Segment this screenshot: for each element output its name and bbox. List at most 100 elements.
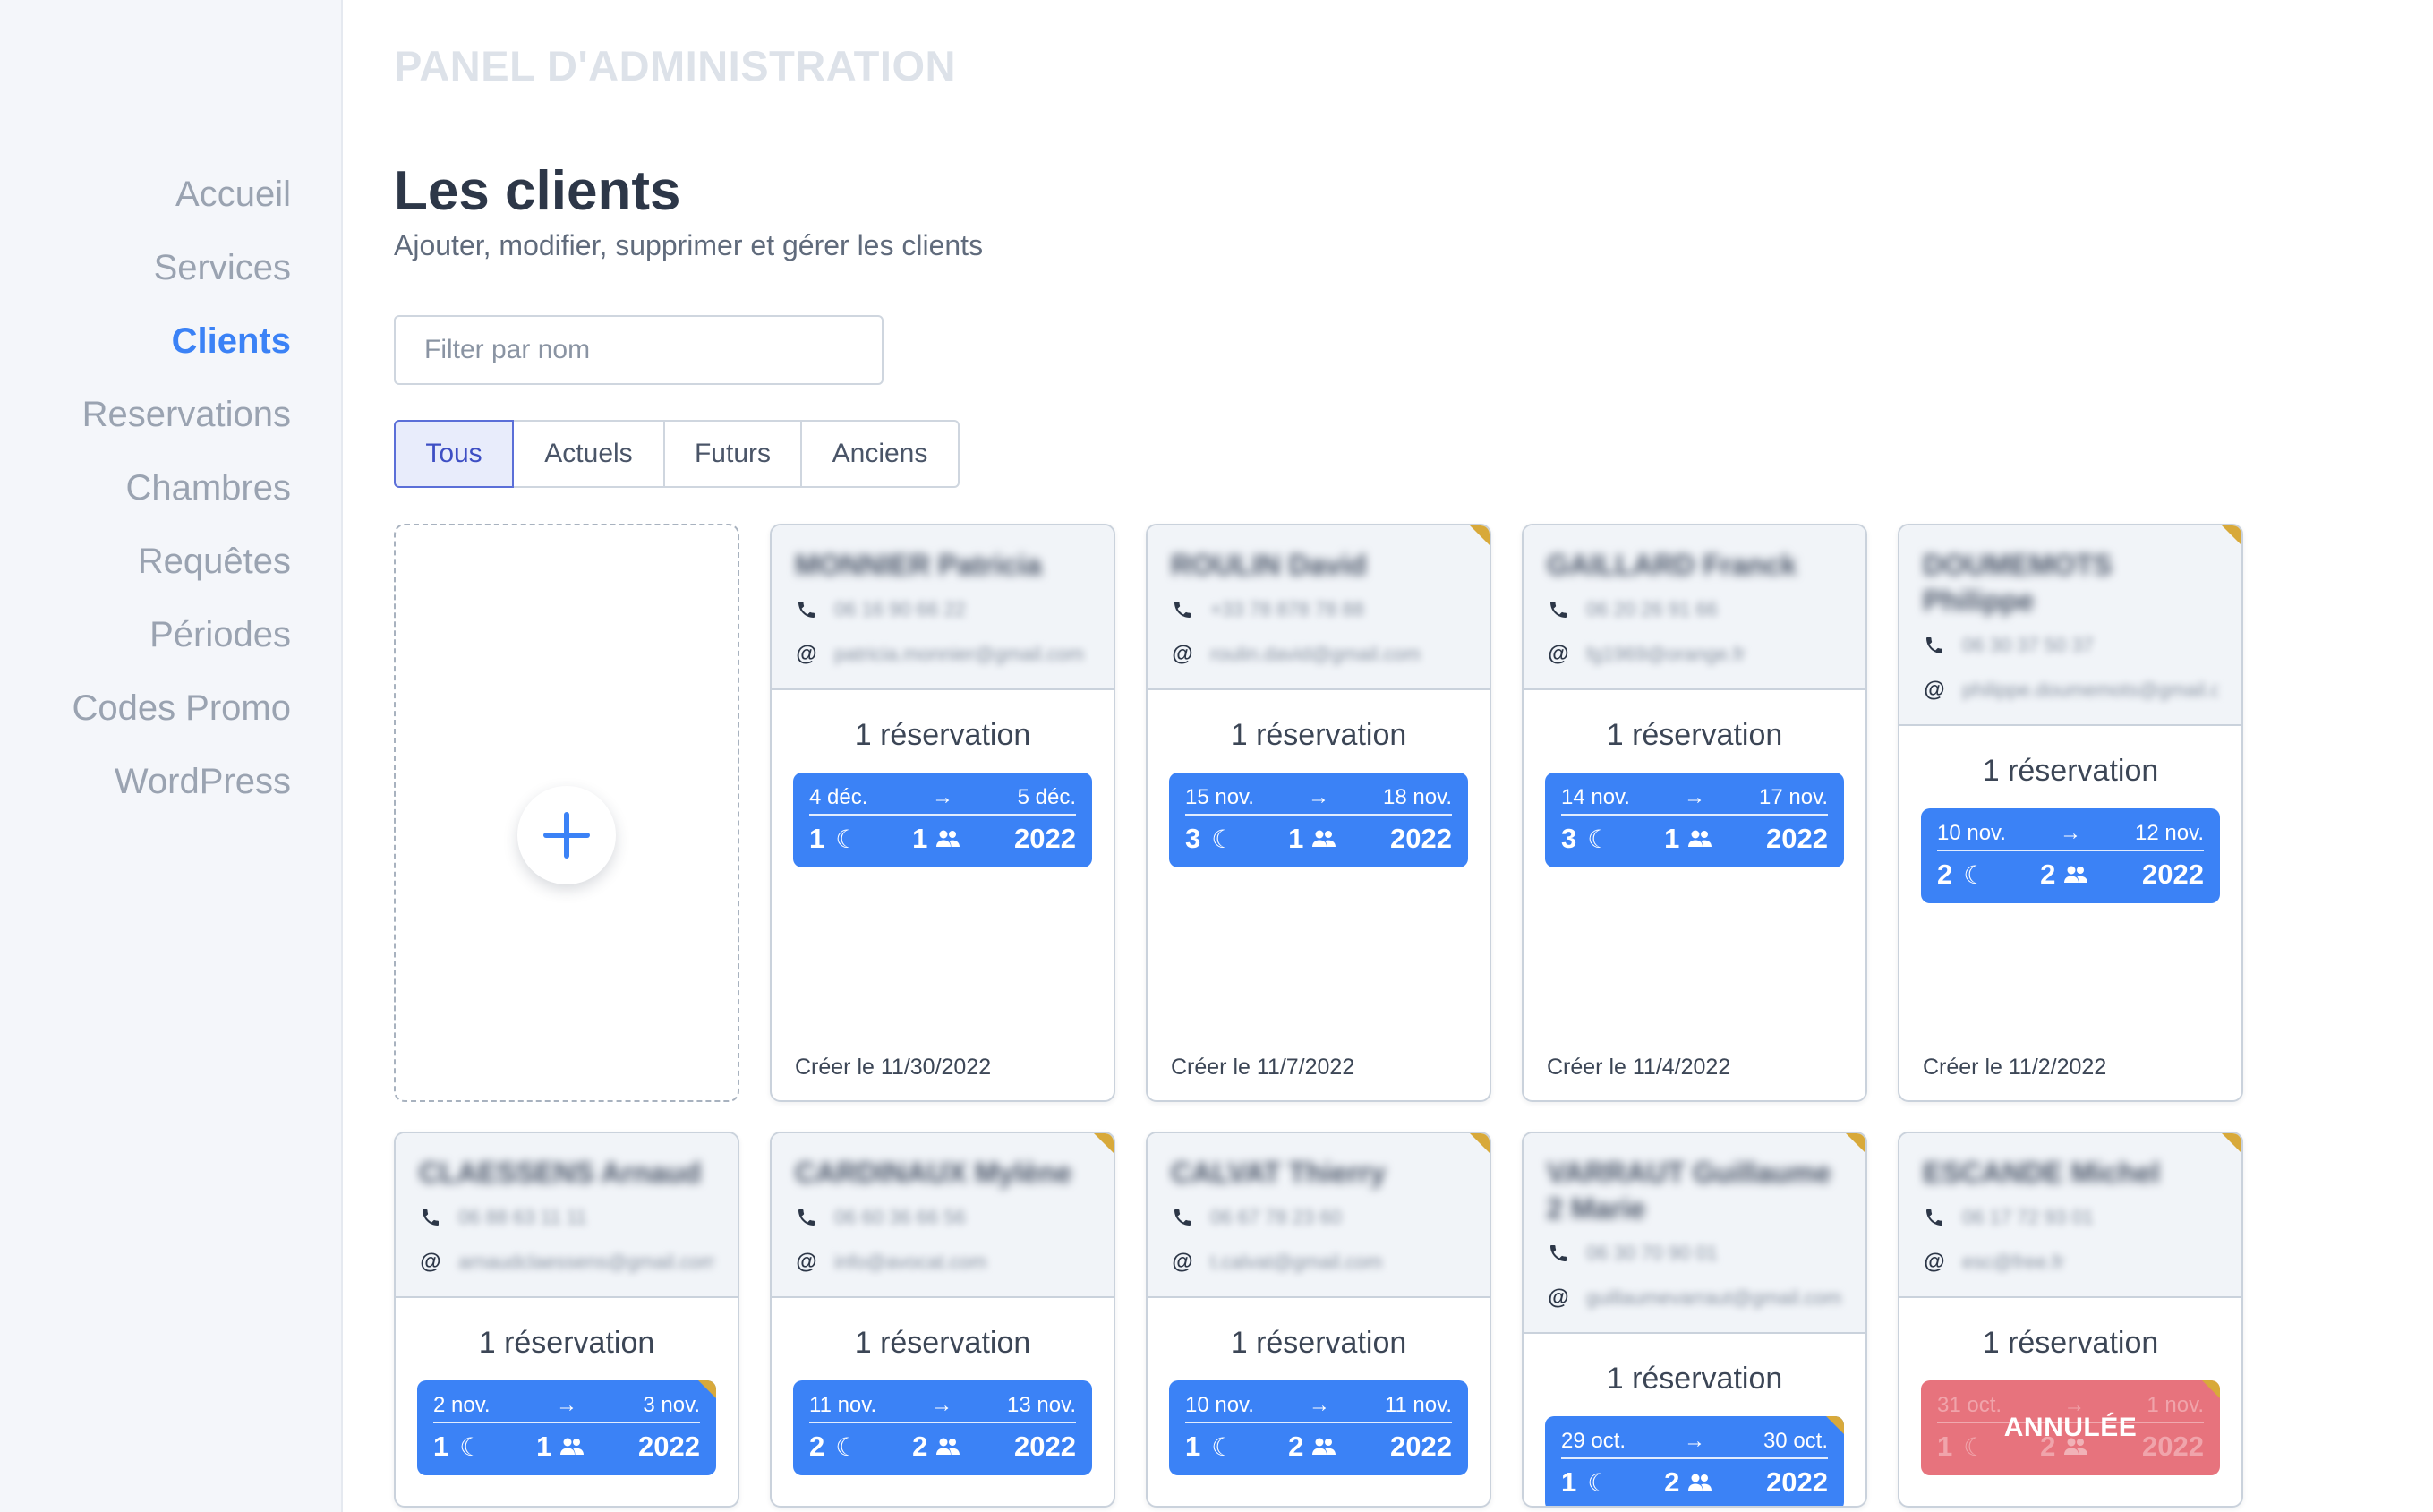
client-card[interactable]: CLAESSENS Arnaud 06 88 63 11 11 @ arnaudcla… (394, 1132, 739, 1508)
client-body: 1 réservation 10 nov. → 12 nov. 2 ☾ 2 2022 (1899, 753, 2241, 903)
client-header: VARRAUT Guillaume 2 Marie 06 30 70 90 01 @… (1524, 1133, 1865, 1334)
sidebar-item-reservations[interactable]: Reservations (72, 378, 291, 451)
reservation-dates: 2 nov. → 3 nov. (433, 1389, 700, 1423)
guests: 2 (1288, 1431, 1336, 1463)
flag-marker (1094, 1133, 1114, 1153)
created-date: Créer le 11/7/2022 (1171, 1055, 1355, 1080)
client-body: 1 réservation 14 nov. → 17 nov. 3 ☾ 1 2022 (1524, 717, 1865, 867)
sidebar-item-requetes[interactable]: Requêtes (72, 525, 291, 598)
client-header: GAILLARD Franck 06 20 26 91 66 @ fg1969@ora… (1524, 525, 1865, 690)
sidebar-item-accueil[interactable]: Accueil (72, 158, 291, 231)
reservation-box[interactable]: 10 nov. → 11 nov. 1 ☾ 2 2022 (1169, 1380, 1468, 1475)
reservation-box[interactable]: 29 oct. → 30 oct. 1 ☾ 2 2022 (1545, 1416, 1844, 1506)
reservation-box[interactable]: 11 nov. → 13 nov. 2 ☾ 2 2022 (793, 1380, 1092, 1475)
add-client-card[interactable] (394, 524, 739, 1102)
at-icon: @ (796, 642, 817, 666)
people-icon (936, 1437, 960, 1456)
client-email-row: @ esc@free.fr (1923, 1244, 2218, 1280)
client-phone-row: 06 30 70 90 01 (1547, 1235, 1842, 1271)
reservation-details: 1 ☾ 2 2022 (1185, 1423, 1452, 1470)
reservation-year: 2022 (1014, 823, 1076, 854)
tab-futurs[interactable]: Futurs (663, 420, 802, 488)
reservation-box[interactable]: 15 nov. → 18 nov. 3 ☾ 1 2022 (1169, 773, 1468, 867)
nights: 2 ☾ (1937, 859, 1985, 891)
reservation-end: 11 nov. (1384, 1393, 1452, 1417)
client-email-row: @ fg1969@orange.fr (1547, 636, 1842, 672)
plus-icon (543, 812, 590, 859)
name-filter-input[interactable] (394, 315, 884, 385)
reservation-box[interactable]: 14 nov. → 17 nov. 3 ☾ 1 2022 (1545, 773, 1844, 867)
tab-anciens[interactable]: Anciens (800, 420, 960, 488)
people-icon (936, 829, 960, 849)
sidebar-item-services[interactable]: Services (72, 231, 291, 304)
guests-count: 1 (912, 823, 928, 854)
client-email-row: @ patricia.monnier@gmail.com (795, 636, 1090, 672)
reservation-count: 1 réservation (478, 1326, 655, 1360)
reservation-dates: 29 oct. → 30 oct. (1561, 1425, 1828, 1459)
reservation-box[interactable]: 31 oct. → 1 nov. 1 ☾ 2 2022 ANNULÉE (1921, 1380, 2220, 1475)
phone-icon (1547, 598, 1570, 621)
client-email: t.calvat@gmail.com (1210, 1251, 1383, 1273)
phone-icon (1923, 634, 1946, 657)
guests-count: 1 (1664, 823, 1680, 854)
client-email-row: @ arnaudclaessens@gmail.com (419, 1244, 714, 1280)
client-header: DOUMEMOTS Philippe 06 30 37 50 37 @ philipp… (1899, 525, 2241, 726)
reservation-box[interactable]: 4 déc. → 5 déc. 1 ☾ 1 2022 (793, 773, 1092, 867)
cancelled-label: ANNULÉE (2003, 1413, 2138, 1442)
client-name: GAILLARD Franck (1547, 549, 1797, 581)
reservation-box[interactable]: 10 nov. → 12 nov. 2 ☾ 2 2022 (1921, 808, 2220, 903)
client-card[interactable]: ROULIN David +33 78 878 78 88 @ roulin.davi… (1146, 524, 1491, 1102)
sidebar-item-chambres[interactable]: Chambres (72, 451, 291, 525)
tab-tous[interactable]: Tous (394, 420, 514, 488)
moon-icon: ☾ (1211, 1432, 1234, 1461)
reservation-count: 1 réservation (1982, 754, 2159, 788)
created-date: Créer le 11/30/2022 (795, 1055, 992, 1080)
moon-icon: ☾ (835, 824, 858, 853)
guests: 1 (1664, 823, 1712, 855)
client-phone-row: +33 78 878 78 88 (1171, 592, 1466, 628)
add-client-button[interactable] (517, 786, 616, 884)
reservation-count: 1 réservation (1606, 1362, 1783, 1396)
client-phone: 06 88 63 11 11 (458, 1206, 587, 1228)
reservation-count: 1 réservation (1230, 1326, 1407, 1360)
client-phone-row: 06 67 78 23 60 (1171, 1200, 1466, 1235)
client-phone: 06 30 70 90 01 (1586, 1242, 1718, 1264)
client-phone: 06 20 26 91 66 (1586, 598, 1718, 620)
client-card[interactable]: DOUMEMOTS Philippe 06 30 37 50 37 @ philipp… (1898, 524, 2243, 1102)
client-phone: 06 30 37 50 37 (1962, 634, 2094, 656)
reservation-year: 2022 (1766, 1466, 1828, 1498)
client-card[interactable]: ESCANDE Michel 06 17 72 93 01 @ esc@free.fr… (1898, 1132, 2243, 1508)
moon-icon: ☾ (1587, 1468, 1610, 1497)
reservation-start: 4 déc. (809, 785, 868, 809)
client-card[interactable]: CALVAT Thierry 06 67 78 23 60 @ t.calvat@gm… (1146, 1132, 1491, 1508)
reservation-count: 1 réservation (854, 718, 1031, 752)
client-card[interactable]: MONNIER Patricia 06 16 90 66 22 @ patricia.… (770, 524, 1115, 1102)
nights-count: 1 (433, 1431, 449, 1462)
guests-count: 1 (1288, 823, 1304, 854)
client-header: CALVAT Thierry 06 67 78 23 60 @ t.calvat@gm… (1148, 1133, 1490, 1298)
sidebar-item-codes-promo[interactable]: Codes Promo (72, 671, 291, 745)
client-name: CARDINAUX Mylène (795, 1157, 1072, 1189)
reservation-year: 2022 (1766, 823, 1828, 854)
reservation-box[interactable]: 2 nov. → 3 nov. 1 ☾ 1 2022 (417, 1380, 716, 1475)
client-card[interactable]: CARDINAUX Mylène 06 60 36 66 56 @ info@avoc… (770, 1132, 1115, 1508)
sidebar-item-wordpress[interactable]: WordPress (72, 745, 291, 818)
sidebar-item-clients[interactable]: Clients (72, 304, 291, 378)
phone-icon (1923, 1206, 1946, 1229)
client-body: 1 réservation 29 oct. → 30 oct. 1 ☾ 2 2022 (1524, 1361, 1865, 1506)
client-email: roulin.david@gmail.com (1210, 643, 1421, 665)
client-header: ESCANDE Michel 06 17 72 93 01 @ esc@free.fr (1899, 1133, 2241, 1298)
tab-actuels[interactable]: Actuels (512, 420, 665, 488)
nights-count: 2 (809, 1431, 825, 1462)
flag-marker (2222, 1133, 2241, 1153)
moon-icon: ☾ (1211, 824, 1234, 853)
reservation-details: 1 ☾ 1 2022 (809, 816, 1076, 862)
client-card[interactable]: VARRAUT Guillaume 2 Marie 06 30 70 90 01 @… (1522, 1132, 1867, 1508)
moon-icon: ☾ (1587, 824, 1610, 853)
client-header: CLAESSENS Arnaud 06 88 63 11 11 @ arnaudcla… (396, 1133, 738, 1298)
client-card[interactable]: GAILLARD Franck 06 20 26 91 66 @ fg1969@ora… (1522, 524, 1867, 1102)
nights: 2 ☾ (809, 1431, 858, 1463)
created-date: Créer le 11/4/2022 (1547, 1055, 1731, 1080)
sidebar-item-periodes[interactable]: Périodes (72, 598, 291, 671)
at-icon: @ (420, 1250, 441, 1274)
